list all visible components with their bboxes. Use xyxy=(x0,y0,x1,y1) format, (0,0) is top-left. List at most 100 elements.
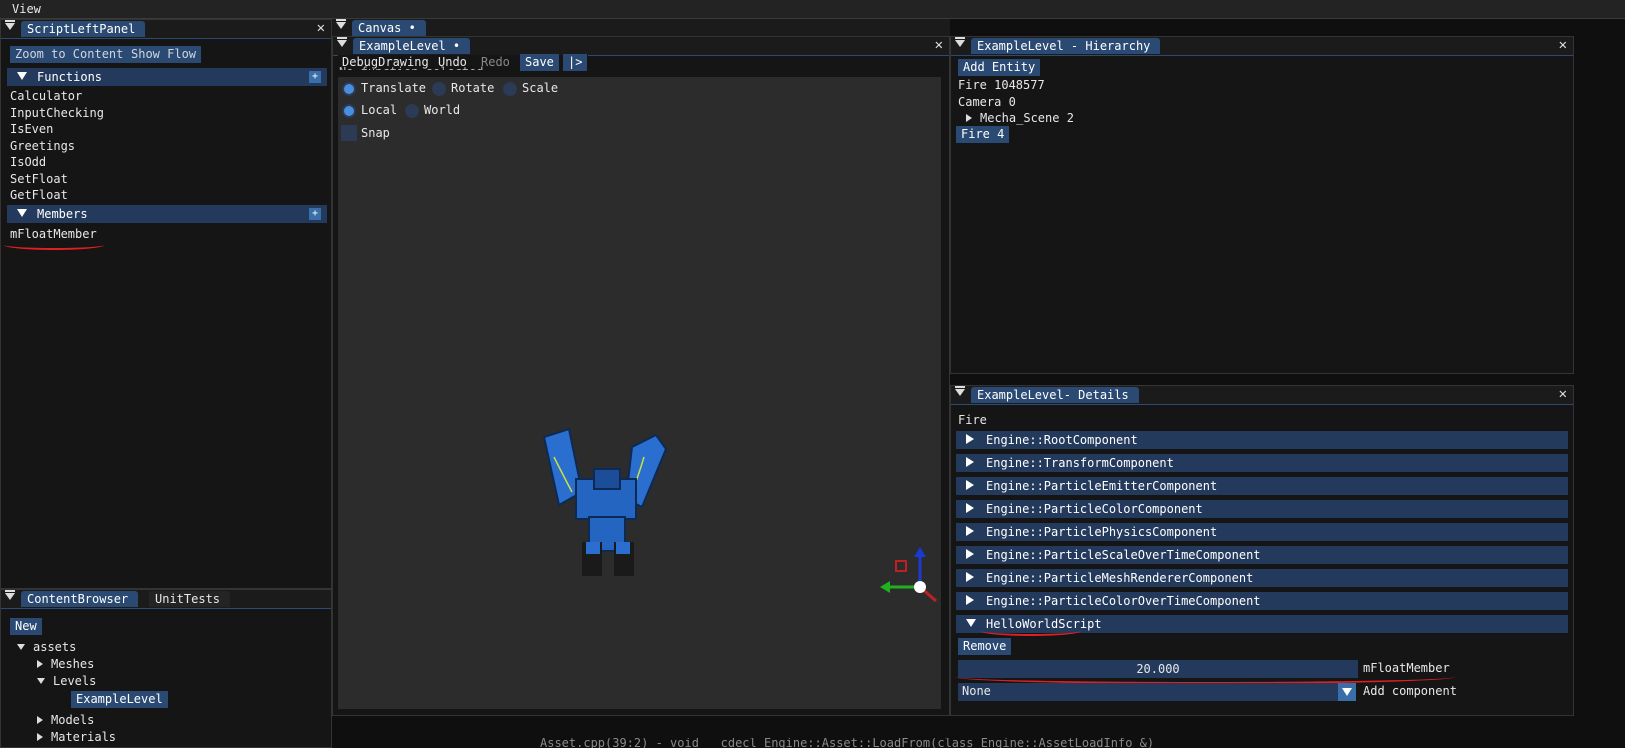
function-item[interactable]: GetFloat xyxy=(10,188,68,202)
dropdown-arrow-icon[interactable] xyxy=(1338,683,1356,701)
members-header[interactable]: Members + xyxy=(7,205,327,223)
panel-menu-icon[interactable] xyxy=(337,37,347,47)
tab-content-browser[interactable]: ContentBrowser xyxy=(21,591,139,607)
rotate-radio[interactable] xyxy=(432,82,446,96)
viewport[interactable] xyxy=(338,77,941,709)
panel-menu-icon[interactable] xyxy=(955,37,965,47)
expand-arrow-icon[interactable] xyxy=(37,678,45,684)
hierarchy-tabbar: ExampleLevel - Hierarchy ✕ xyxy=(951,37,1573,56)
function-item[interactable]: Calculator xyxy=(10,89,82,103)
component-header[interactable]: Engine::ParticleMeshRendererComponent xyxy=(956,569,1568,587)
canvas-panel: ExampleLevel • ✕ No funct xyxy=(332,36,950,716)
status-log: Asset.cpp(39:2) - void __cdecl Engine::A… xyxy=(540,738,1155,748)
details-panel: ExampleLevel- Details ✕ Fire Engine::Roo… xyxy=(950,385,1574,716)
function-item[interactable]: IsEven xyxy=(10,122,53,136)
snap-checkbox[interactable] xyxy=(341,125,357,141)
add-member-icon[interactable]: + xyxy=(309,208,321,220)
add-entity-button[interactable]: Add Entity xyxy=(958,59,1041,76)
translate-radio[interactable] xyxy=(342,82,356,96)
function-item[interactable]: InputChecking xyxy=(10,106,104,120)
transform-gizmo-icon[interactable] xyxy=(878,547,948,607)
function-item[interactable]: IsOdd xyxy=(10,155,46,169)
component-header[interactable]: Engine::ParticleScaleOverTimeComponent xyxy=(956,546,1568,564)
component-header[interactable]: Engine::RootComponent xyxy=(956,431,1568,449)
canvas-tabbar: ExampleLevel • ✕ xyxy=(333,37,949,56)
expand-arrow-icon[interactable] xyxy=(37,716,43,724)
tab-details[interactable]: ExampleLevel- Details xyxy=(971,387,1139,403)
entity-name: Fire xyxy=(958,413,987,427)
component-header[interactable]: Engine::ParticleColorComponent xyxy=(956,500,1568,518)
remove-button[interactable]: Remove xyxy=(958,638,1012,655)
tree-item-levels[interactable]: Levels xyxy=(37,674,96,688)
expand-arrow-icon[interactable] xyxy=(17,644,25,650)
undo-menu[interactable]: Undo xyxy=(438,55,467,69)
tree-item-label: Meshes xyxy=(51,657,95,671)
component-header[interactable]: Engine::TransformComponent xyxy=(956,454,1568,472)
expand-arrow-icon xyxy=(966,595,974,605)
tree-item-meshes[interactable]: Meshes xyxy=(37,657,94,671)
expand-arrow-icon[interactable] xyxy=(966,114,972,122)
add-function-icon[interactable]: + xyxy=(309,71,321,83)
hierarchy-item-mecha[interactable]: Mecha_Scene 2 xyxy=(966,111,1074,125)
red-underline-annotation xyxy=(4,240,104,250)
world-radio[interactable] xyxy=(405,104,419,118)
play-button[interactable]: |> xyxy=(563,54,588,71)
tab-script-left-panel[interactable]: ScriptLeftPanel xyxy=(21,21,146,37)
save-button[interactable]: Save xyxy=(520,54,559,71)
panel-menu-icon[interactable] xyxy=(955,386,965,396)
panel-menu-icon[interactable] xyxy=(336,19,346,29)
collapse-arrow-icon xyxy=(17,209,27,217)
functions-header[interactable]: Functions + xyxy=(7,68,327,86)
close-icon[interactable]: ✕ xyxy=(1559,386,1567,403)
functions-header-label: Functions xyxy=(37,70,103,84)
hierarchy-item[interactable]: Fire 1048577 xyxy=(958,78,1045,92)
debug-drawing-menu[interactable]: DebugDrawing xyxy=(342,55,429,69)
hierarchy-item-selected[interactable]: Fire 4 xyxy=(956,126,1010,143)
hierarchy-item-label: Mecha_Scene 2 xyxy=(980,111,1074,125)
redo-menu[interactable]: Redo xyxy=(481,55,510,69)
tree-item-materials[interactable]: Materials xyxy=(37,730,116,744)
panel-menu-icon[interactable] xyxy=(5,590,15,600)
tab-example-level[interactable]: ExampleLevel • xyxy=(353,38,471,54)
component-header[interactable]: Engine::ParticleEmitterComponent xyxy=(956,477,1568,495)
component-label: Engine::RootComponent xyxy=(986,433,1138,447)
close-icon[interactable]: ✕ xyxy=(935,37,943,54)
tree-item-example-level[interactable]: ExampleLevel xyxy=(71,691,168,708)
zoom-to-content-button[interactable]: Zoom to Content xyxy=(10,46,129,63)
hierarchy-item[interactable]: Camera 0 xyxy=(958,95,1016,109)
details-tabbar: ExampleLevel- Details ✕ xyxy=(951,386,1573,405)
close-icon[interactable]: ✕ xyxy=(317,20,325,37)
tab-unit-tests[interactable]: UnitTests xyxy=(149,591,231,607)
function-item[interactable]: Greetings xyxy=(10,139,75,153)
rotate-label: Rotate xyxy=(451,81,495,95)
component-label: Engine::ParticleColorOverTimeComponent xyxy=(986,594,1261,608)
component-label: Engine::TransformComponent xyxy=(986,456,1174,470)
panel-menu-icon[interactable] xyxy=(5,20,15,30)
scale-label: Scale xyxy=(522,81,559,95)
collapse-arrow-icon xyxy=(17,72,27,80)
red-underline-annotation xyxy=(981,626,1081,636)
member-item[interactable]: mFloatMember xyxy=(10,227,97,241)
expand-arrow-icon[interactable] xyxy=(37,660,43,668)
dropdown-arrow-glyph xyxy=(1342,688,1352,696)
members-header-label: Members xyxy=(37,207,88,221)
tab-canvas[interactable]: Canvas • xyxy=(352,20,426,36)
expand-arrow-icon xyxy=(966,549,974,559)
function-item[interactable]: SetFloat xyxy=(10,172,68,186)
component-label: Engine::ParticleEmitterComponent xyxy=(986,479,1218,493)
expand-arrow-icon[interactable] xyxy=(37,733,43,741)
local-radio[interactable] xyxy=(342,104,356,118)
show-flow-button[interactable]: Show Flow xyxy=(126,46,202,63)
component-header[interactable]: Engine::ParticleColorOverTimeComponent xyxy=(956,592,1568,610)
menu-view[interactable]: View xyxy=(12,2,41,16)
expand-arrow-icon xyxy=(966,526,974,536)
add-component-select[interactable]: None xyxy=(958,683,1356,701)
tab-hierarchy[interactable]: ExampleLevel - Hierarchy xyxy=(971,38,1161,54)
tree-item-assets[interactable]: assets xyxy=(17,640,76,654)
tree-item-models[interactable]: Models xyxy=(37,713,94,727)
mecha-model[interactable] xyxy=(534,417,684,597)
component-header[interactable]: Engine::ParticlePhysicsComponent xyxy=(956,523,1568,541)
scale-radio[interactable] xyxy=(503,82,517,96)
new-button[interactable]: New xyxy=(10,618,42,635)
close-icon[interactable]: ✕ xyxy=(1559,37,1567,54)
